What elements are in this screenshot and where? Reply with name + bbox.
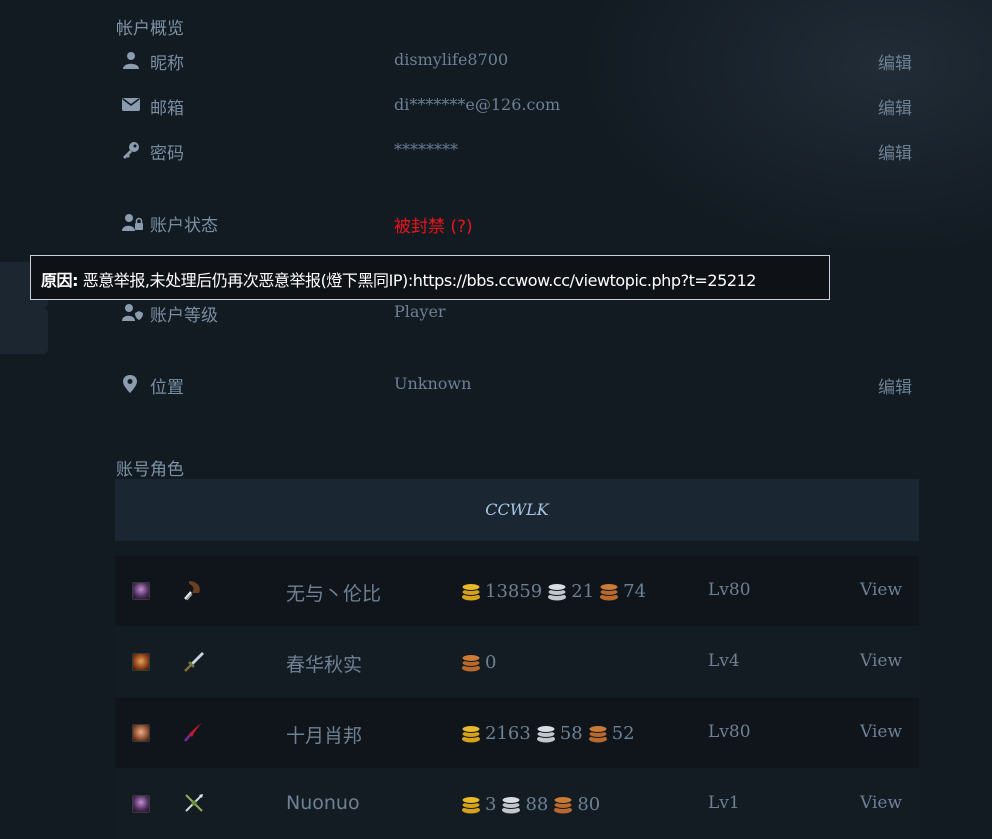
gold-coin-icon: [461, 796, 481, 814]
edit-email-button[interactable]: 编辑: [878, 94, 912, 119]
character-level: Lv80: [708, 722, 751, 742]
hunter-class-icon: [183, 792, 205, 814]
account-level-value: Player: [394, 302, 446, 321]
silver-amount: 58: [559, 722, 583, 744]
silver-amount: 21: [571, 580, 595, 602]
side-tab-2[interactable]: [0, 308, 48, 354]
copper-coin-icon: [588, 725, 608, 743]
nickname-row: 昵称 dismylife8700 编辑: [116, 45, 916, 75]
mage-class-icon: [183, 721, 205, 743]
character-row: 春华秋实 0 Lv4 View: [115, 627, 919, 697]
gold-amount: 3: [485, 793, 497, 815]
human-female-portrait-icon: [132, 653, 150, 671]
character-level: Lv4: [708, 651, 740, 671]
warrior-class-icon: [183, 650, 205, 672]
view-character-button[interactable]: View: [860, 580, 902, 600]
location-label: 位置: [150, 378, 184, 398]
edit-password-button[interactable]: 编辑: [878, 139, 912, 164]
copper-amount: 0: [485, 651, 497, 673]
gold-amount: 13859: [485, 580, 543, 602]
undead-female-portrait-icon: [132, 582, 150, 600]
account-level-label: 账户等级: [150, 306, 218, 326]
nickname-value: dismylife8700: [394, 50, 509, 69]
copper-amount: 80: [577, 793, 601, 815]
password-value: ********: [394, 140, 458, 159]
silver-coin-icon: [501, 796, 521, 814]
character-name: 十月肖邦: [286, 725, 363, 747]
character-name: 春华秋实: [286, 654, 363, 676]
key-icon: [122, 141, 142, 159]
envelope-icon: [122, 96, 142, 114]
character-name: 无与丶伦比: [286, 583, 382, 605]
character-money: 2163 58 52: [460, 721, 639, 745]
character-row: Nuonuo 3 88 80 Lv1 View: [115, 769, 919, 839]
gold-coin-icon: [461, 725, 481, 743]
user-lock-icon: [122, 213, 143, 231]
silver-amount: 88: [525, 793, 549, 815]
rogue-class-icon: [183, 579, 205, 601]
undead-female-portrait-icon: [132, 795, 150, 813]
gold-amount: 2163: [485, 722, 531, 744]
password-row: 密码 ******** 编辑: [116, 135, 916, 165]
account-status-value[interactable]: 被封禁 (?): [394, 212, 473, 237]
email-value: di*******e@126.com: [394, 95, 561, 114]
silver-coin-icon: [536, 725, 556, 743]
ban-reason-tooltip: 原因: 恶意举报,未处理后仍再次恶意举报(燈下黑同IP):https://bbs…: [30, 255, 830, 300]
nickname-label: 昵称: [150, 54, 184, 74]
email-label: 邮箱: [150, 99, 184, 119]
location-row: 位置 Unknown 编辑: [116, 369, 916, 399]
account-status-label: 账户状态: [150, 216, 218, 236]
view-character-button[interactable]: View: [860, 793, 902, 813]
copper-coin-icon: [599, 583, 619, 601]
character-money: 3 88 80: [460, 792, 604, 816]
character-name: Nuonuo: [286, 792, 360, 814]
edit-location-button[interactable]: 编辑: [878, 373, 912, 398]
view-character-button[interactable]: View: [860, 722, 902, 742]
copper-coin-icon: [461, 654, 481, 672]
account-status-row: 账户状态 被封禁 (?): [116, 207, 916, 237]
tooltip-text: 恶意举报,未处理后仍再次恶意举报(燈下黑同IP):https://bbs.ccw…: [78, 271, 757, 290]
view-character-button[interactable]: View: [860, 651, 902, 671]
characters-title: 账号角色: [116, 460, 184, 480]
copper-amount: 74: [623, 580, 647, 602]
gold-coin-icon: [461, 583, 481, 601]
account-overview-title: 帐户概览: [116, 19, 184, 39]
copper-amount: 52: [611, 722, 635, 744]
user-shield-icon: [122, 303, 143, 321]
tooltip-prefix: 原因:: [41, 271, 79, 290]
account-level-row: 账户等级 Player: [116, 297, 916, 327]
character-money: 13859 21 74: [460, 579, 650, 603]
email-row: 邮箱 di*******e@126.com 编辑: [116, 90, 916, 120]
human-male-portrait-icon: [132, 724, 150, 742]
character-level: Lv80: [708, 580, 751, 600]
character-level: Lv1: [708, 793, 740, 813]
user-icon: [122, 51, 142, 69]
location-value: Unknown: [394, 374, 472, 393]
copper-coin-icon: [553, 796, 573, 814]
realm-header: CCWLK: [115, 479, 919, 541]
character-row: 十月肖邦 2163 58 52 Lv80 View: [115, 698, 919, 768]
password-label: 密码: [150, 144, 184, 164]
character-money: 0: [460, 650, 500, 674]
map-marker-icon: [122, 375, 142, 393]
silver-coin-icon: [547, 583, 567, 601]
character-row: 无与丶伦比 13859 21 74 Lv80 View: [115, 556, 919, 626]
edit-nickname-button[interactable]: 编辑: [878, 49, 912, 74]
